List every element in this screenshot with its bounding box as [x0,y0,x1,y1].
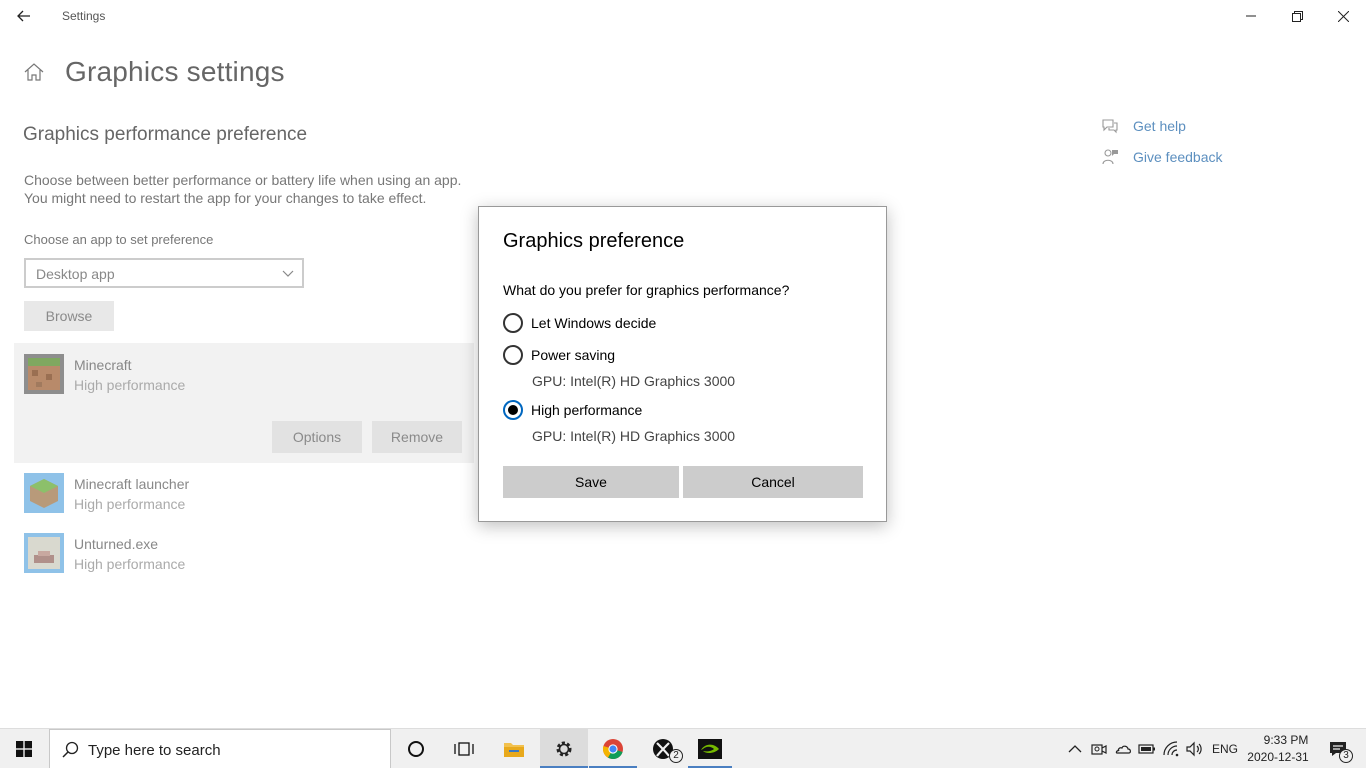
input-language[interactable]: ENG [1212,742,1238,756]
app-preference: High performance [74,377,186,393]
cancel-button[interactable]: Cancel [683,466,863,498]
nvidia-icon [698,739,722,759]
radio-let-windows-decide[interactable] [503,313,523,333]
onedrive-icon[interactable] [1114,740,1132,758]
minecraft-icon [24,354,64,394]
back-arrow-icon [17,10,30,22]
clock-time[interactable]: 9:33 PM [1256,733,1316,747]
restore-button[interactable] [1274,0,1320,32]
close-button[interactable] [1320,0,1366,32]
app-preference: High performance [74,496,186,512]
minimize-icon [1246,15,1256,17]
get-help-link[interactable]: Get help [1133,118,1186,134]
xbox-taskbar-button[interactable]: 2 [639,729,687,768]
graphics-preference-dialog: Graphics preference What do you prefer f… [478,206,887,522]
app-name: Unturned.exe [74,536,159,552]
radio-power-saving[interactable] [503,345,523,365]
gpu-label: GPU: Intel(R) HD Graphics 3000 [532,373,736,389]
start-button[interactable] [0,729,48,768]
file-explorer-button[interactable] [490,729,538,768]
battery-icon[interactable] [1138,740,1156,758]
section-description: Choose between better performance or bat… [24,172,462,206]
give-feedback-icon [1102,149,1118,165]
task-view-icon [454,742,474,756]
task-view-button[interactable] [440,729,488,768]
app-name: Minecraft launcher [74,476,190,492]
page-title: Graphics settings [65,56,285,87]
notification-count-badge: 3 [1339,749,1353,763]
gear-icon [556,741,572,757]
dropdown-value: Desktop app [36,266,115,282]
folder-icon [504,743,524,757]
wifi-icon[interactable] [1162,740,1180,758]
back-button[interactable] [8,2,40,30]
chevron-down-icon [282,270,294,277]
search-placeholder: Type here to search [88,742,221,759]
radio-label[interactable]: High performance [531,402,642,418]
app-preference: High performance [74,556,186,572]
minecraft-launcher-icon [24,473,64,513]
radio-label[interactable]: Let Windows decide [531,315,656,331]
close-icon [1337,10,1349,22]
minimize-button[interactable] [1228,0,1274,32]
save-button[interactable]: Save [503,466,679,498]
remove-button[interactable]: Remove [372,421,462,453]
options-button[interactable]: Options [272,421,362,453]
home-icon[interactable] [22,60,46,84]
give-feedback-link[interactable]: Give feedback [1133,149,1223,165]
gpu-label: GPU: Intel(R) HD Graphics 3000 [532,428,736,444]
unturned-icon [24,533,64,573]
app-type-dropdown[interactable]: Desktop app [24,258,304,288]
windows-icon [16,741,32,757]
taskbar: Type here to search 2 ENG 9:33 PM 2020-1… [0,728,1366,768]
clock-date[interactable]: 2020-12-31 [1246,750,1310,764]
section-title: Graphics performance preference [23,124,308,145]
get-help-icon [1102,119,1118,134]
meet-now-icon[interactable] [1090,740,1108,758]
browse-button[interactable]: Browse [24,301,114,331]
title-bar: Settings [0,0,1366,32]
volume-icon[interactable] [1185,740,1203,758]
cortana-icon [408,741,424,757]
app-title: Settings [62,9,106,23]
xbox-notification-badge: 2 [669,749,683,763]
action-center-button[interactable]: 3 [1318,729,1358,768]
settings-taskbar-button[interactable] [540,729,588,768]
cortana-button[interactable] [392,729,440,768]
taskbar-search-box[interactable]: Type here to search [49,729,391,768]
radio-high-performance[interactable] [503,400,523,420]
restore-icon [1291,10,1303,22]
choose-app-label: Choose an app to set preference [24,232,214,247]
radio-label[interactable]: Power saving [531,347,615,363]
nvidia-taskbar-button[interactable] [688,729,732,768]
dialog-question: What do you prefer for graphics performa… [503,282,790,298]
dialog-title: Graphics preference [503,230,685,252]
chrome-taskbar-button[interactable] [589,729,637,768]
chrome-icon [602,739,623,759]
app-name: Minecraft [74,357,132,373]
chevron-up-icon[interactable] [1066,740,1084,758]
search-icon [62,741,79,758]
